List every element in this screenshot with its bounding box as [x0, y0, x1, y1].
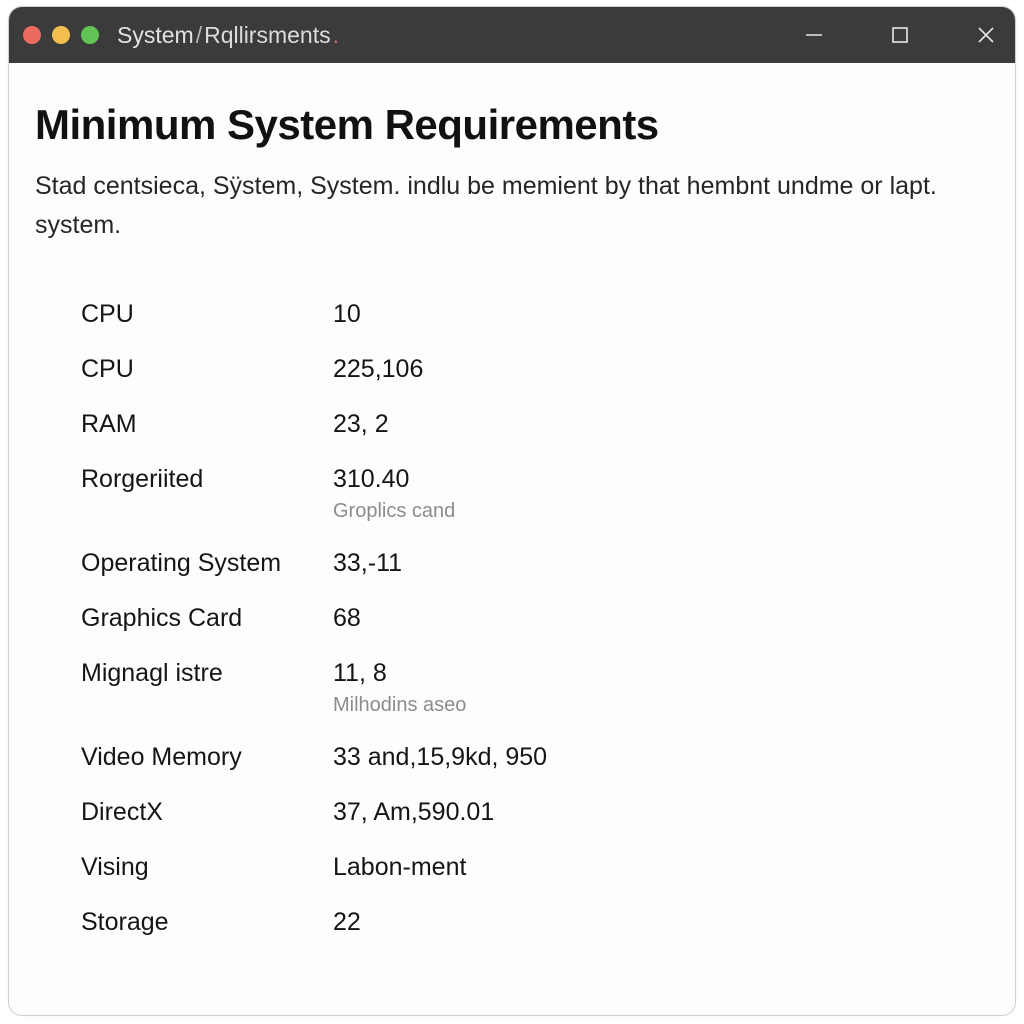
- spec-row: CPU225,106: [81, 342, 989, 397]
- spec-value: 310.40: [333, 465, 989, 494]
- spec-label: Operating System: [81, 549, 333, 578]
- spec-value-col: 68: [333, 604, 989, 633]
- title-segment-2: Rqllirsments: [204, 22, 331, 49]
- spec-value-col: 310.40 Groplics cand: [333, 465, 989, 523]
- spec-value: 37, Am,590.01: [333, 798, 989, 827]
- title-segment-1: System: [117, 22, 194, 49]
- window-controls: [799, 20, 1001, 50]
- titlebar: System / Rqllirsments .: [9, 7, 1015, 63]
- spec-label: Rorgeriited: [81, 465, 333, 494]
- spec-value-col: 23, 2: [333, 410, 989, 439]
- spec-label: DirectX: [81, 798, 333, 827]
- spec-row: Graphics Card68: [81, 591, 989, 646]
- spec-value: 10: [333, 300, 989, 329]
- spec-row: Video Memory33 and,15,9kd, 950: [81, 730, 989, 785]
- maximize-button[interactable]: [885, 20, 915, 50]
- spec-value: 68: [333, 604, 989, 633]
- spec-value: 33,-11: [333, 549, 989, 578]
- zoom-dot[interactable]: [81, 26, 99, 44]
- spec-label: CPU: [81, 355, 333, 384]
- spec-label: Video Memory: [81, 743, 333, 772]
- title-separator: /: [196, 22, 202, 49]
- spec-row: Storage22: [81, 895, 989, 950]
- spec-row: VisingLabon-ment: [81, 840, 989, 895]
- close-button[interactable]: [971, 20, 1001, 50]
- spec-label: Mignagl istre: [81, 659, 333, 688]
- page-title: Minimum System Requirements: [35, 101, 989, 149]
- spec-row: Operating System33,-11: [81, 536, 989, 591]
- spec-row: CPU10: [81, 287, 989, 342]
- spec-row: Rorgeriited310.40 Groplics cand: [81, 452, 989, 536]
- spec-subtext: Milhodins aseo: [333, 694, 989, 717]
- spec-label: Vising: [81, 853, 333, 882]
- spec-value: 33 and,15,9kd, 950: [333, 743, 989, 772]
- spec-label: Storage: [81, 908, 333, 937]
- spec-subtext: Groplics cand: [333, 500, 989, 523]
- spec-value-col: 11, 8 Milhodins aseo: [333, 659, 989, 717]
- spec-value: 225,106: [333, 355, 989, 384]
- spec-list: CPU10CPU225,106RAM23, 2Rorgeriited310.40…: [35, 287, 989, 950]
- spec-value: 23, 2: [333, 410, 989, 439]
- spec-value: 11, 8: [333, 659, 989, 688]
- minimize-icon: [803, 24, 825, 46]
- spec-value-col: Labon-ment: [333, 853, 989, 882]
- title-dot: .: [333, 22, 339, 49]
- spec-row: Mignagl istre11, 8 Milhodins aseo: [81, 646, 989, 730]
- close-dot[interactable]: [23, 26, 41, 44]
- spec-label: RAM: [81, 410, 333, 439]
- spec-value-col: 37, Am,590.01: [333, 798, 989, 827]
- app-window: System / Rqllirsments . Minimum System R…: [8, 6, 1016, 1016]
- maximize-icon: [890, 25, 910, 45]
- spec-value-col: 33 and,15,9kd, 950: [333, 743, 989, 772]
- minimize-dot[interactable]: [52, 26, 70, 44]
- content-area: Minimum System Requirements Stad centsie…: [9, 63, 1015, 950]
- page-subtitle: Stad centsieca, Sÿstem, System. indlu be…: [35, 167, 955, 245]
- spec-row: DirectX37, Am,590.01: [81, 785, 989, 840]
- spec-value: Labon-ment: [333, 853, 989, 882]
- spec-value: 22: [333, 908, 989, 937]
- spec-value-col: 22: [333, 908, 989, 937]
- spec-value-col: 33,-11: [333, 549, 989, 578]
- spec-row: RAM23, 2: [81, 397, 989, 452]
- minimize-button[interactable]: [799, 20, 829, 50]
- window-title: System / Rqllirsments .: [117, 22, 339, 49]
- spec-value-col: 10: [333, 300, 989, 329]
- traffic-lights: [23, 26, 99, 44]
- spec-label: CPU: [81, 300, 333, 329]
- spec-value-col: 225,106: [333, 355, 989, 384]
- spec-label: Graphics Card: [81, 604, 333, 633]
- close-icon: [975, 24, 997, 46]
